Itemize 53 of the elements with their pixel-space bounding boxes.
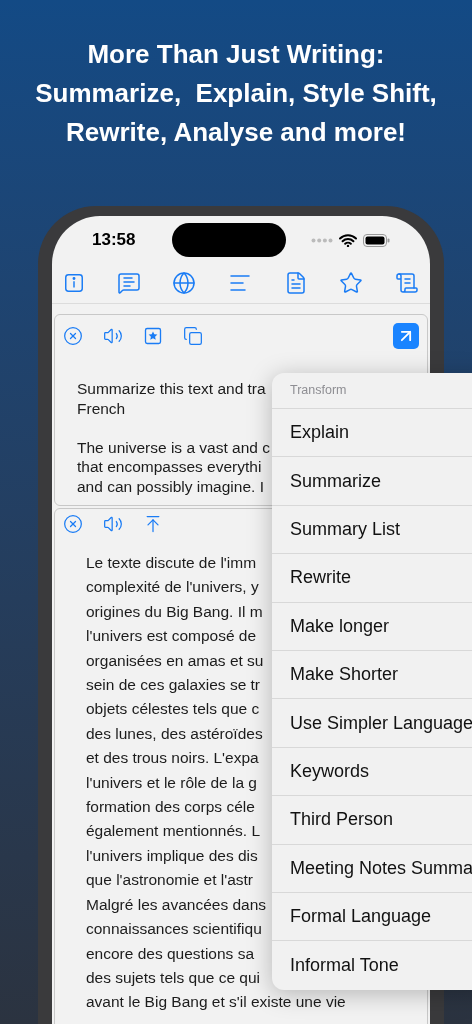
headline-text: Summarize, Explain, Style Shift, xyxy=(35,77,437,110)
scroll-icon[interactable] xyxy=(394,270,419,295)
result-text-line: origines du Big Bang. Il m xyxy=(86,601,263,622)
result-text-line: que l'astronomie et l'astr xyxy=(86,870,254,891)
menu-item[interactable]: Use Simpler Language xyxy=(272,699,472,748)
message-icon[interactable] xyxy=(116,270,141,295)
wifi-icon xyxy=(339,233,357,247)
prompt-text-line: The universe is a vast and c xyxy=(77,437,270,457)
send-button[interactable] xyxy=(393,323,419,349)
menu-item[interactable]: Third Person xyxy=(272,796,472,845)
menu-item[interactable]: Make Shorter xyxy=(272,650,472,700)
clear-icon[interactable] xyxy=(63,514,83,534)
speaker-icon[interactable] xyxy=(103,514,123,534)
result-text-line: des lunes, des astéroïdes xyxy=(86,723,263,744)
info-icon[interactable] xyxy=(63,271,85,294)
speaker-icon[interactable] xyxy=(103,326,123,346)
headline-text: Rewrite, Analyse and more! xyxy=(66,116,406,149)
clear-icon[interactable] xyxy=(63,326,83,346)
menu-item[interactable]: Formal Language xyxy=(272,892,472,942)
result-text-line: et des trous noirs. L'expa xyxy=(86,748,259,769)
signal-dots-icon xyxy=(311,237,333,243)
menu-item[interactable]: Keywords xyxy=(272,747,472,797)
result-text-line: l'univers et le rôle de la g xyxy=(86,772,257,793)
menu-item[interactable]: Rewrite xyxy=(272,554,472,603)
menu-item[interactable]: Make longer xyxy=(272,602,472,651)
star-square-icon[interactable] xyxy=(143,326,163,346)
star-icon[interactable] xyxy=(339,270,364,295)
result-text-line: connaissances scientifiqu xyxy=(86,919,262,940)
result-text-line: des sujets tels que ce qui xyxy=(86,967,261,988)
result-text-line: l'univers implique des dis xyxy=(86,845,258,866)
result-text-line: l'univers est composé de xyxy=(86,626,257,647)
menu-item[interactable]: Informal Tone xyxy=(272,941,472,990)
headline-text: More Than Just Writing: xyxy=(87,38,385,71)
prompt-text-line: French xyxy=(77,398,126,418)
result-text-line: également mentionnés. L xyxy=(86,821,261,842)
result-text-line: avant le Big Bang et s'il existe une vie xyxy=(86,992,346,1013)
result-text-line: encore des questions sa xyxy=(86,943,255,964)
result-text-line: Malgré les avancées dans xyxy=(86,894,267,915)
result-text-line: formation des corps céle xyxy=(86,797,255,818)
result-text-line: organisées en amas et su xyxy=(86,650,264,671)
result-text-line: Le texte discute de l'imm xyxy=(86,553,257,573)
status-time: 13:58 xyxy=(92,229,136,252)
prompt-text-line: and can possibly imagine. I xyxy=(77,476,264,496)
result-text-line: complexité de l'univers, y xyxy=(86,577,259,598)
battery-icon xyxy=(363,233,390,247)
copy-icon[interactable] xyxy=(183,326,203,346)
result-text-line: objets célestes tels que c xyxy=(86,699,260,720)
prompt-text-line: that encompasses everythi xyxy=(77,457,262,477)
menu-header: Transform xyxy=(290,382,347,400)
prompt-text-line: Summarize this text and tra xyxy=(77,379,266,399)
result-text-line: sein de ces galaxies se tr xyxy=(86,675,261,696)
menu-item[interactable]: Summary List xyxy=(272,505,472,555)
globe-icon[interactable] xyxy=(172,270,197,295)
